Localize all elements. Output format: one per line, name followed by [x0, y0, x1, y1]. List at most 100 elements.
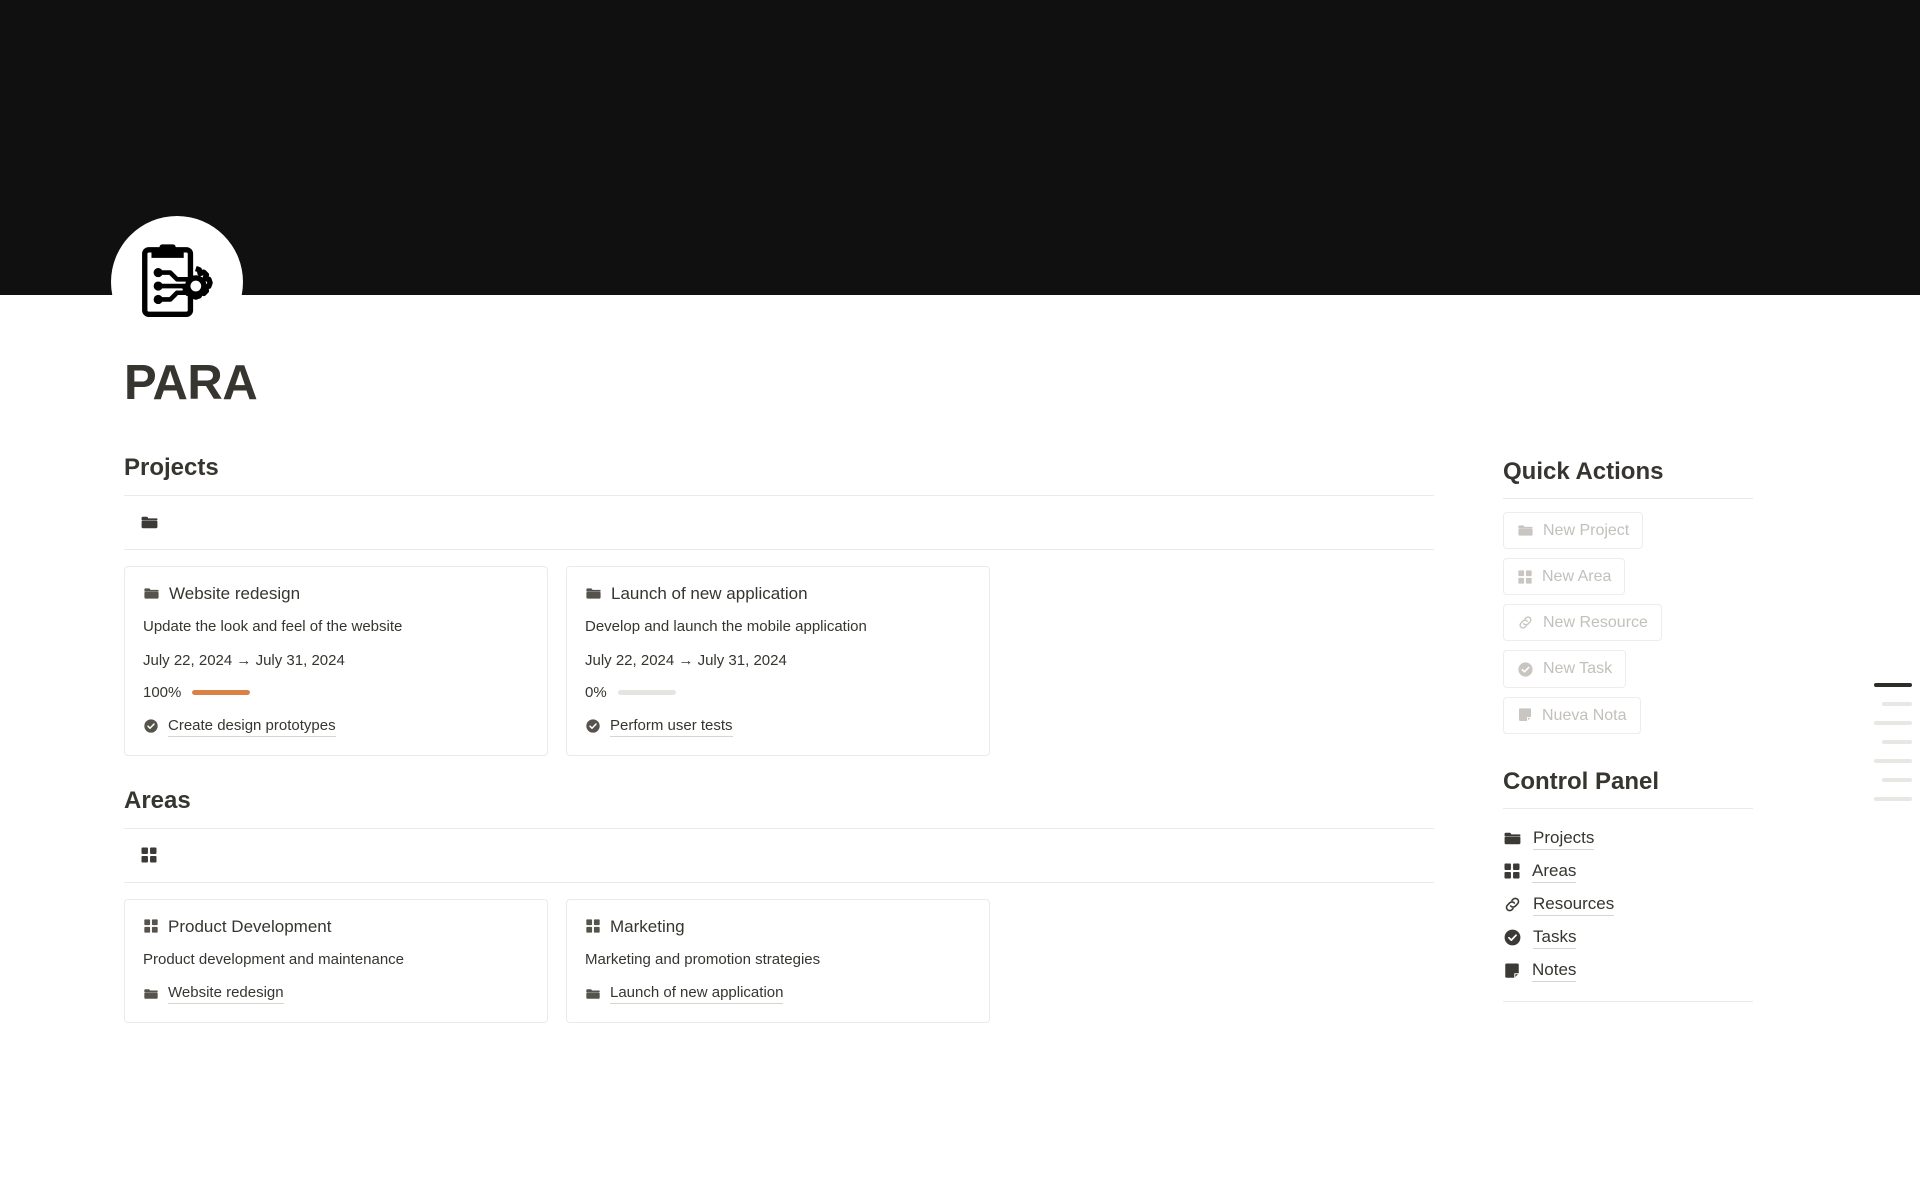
database-icon-row-projects [124, 496, 1439, 549]
new-project-label: New Project [1543, 521, 1630, 539]
project-card-dates: July 22, 2024 → July 31, 2024 [585, 651, 971, 671]
toc-bar[interactable] [1882, 778, 1912, 782]
project-card-description: Update the look and feel of the website [143, 618, 403, 636]
folder-icon [1517, 522, 1534, 539]
toc-bar[interactable] [1874, 759, 1912, 763]
date-arrow-icon: → [236, 651, 252, 669]
divider [1503, 497, 1753, 499]
section-heading-projects[interactable]: Projects [124, 453, 1439, 495]
database-icon-row-areas [124, 829, 1439, 882]
control-panel-label-resources: Resources [1533, 893, 1615, 917]
area-card-relation[interactable]: Launch of new application [585, 983, 971, 1004]
quick-action-row: New Project [1503, 511, 1813, 558]
grid-icon [140, 846, 158, 864]
control-panel-item-projects[interactable]: Projects [1503, 822, 1813, 855]
grid-icon [1517, 569, 1533, 585]
project-card[interactable]: Launch of new application Develop and la… [566, 565, 990, 756]
project-card-grid: Website redesign Update the look and fee… [124, 550, 1439, 756]
section-projects: Projects Website redesign Update the loo… [124, 453, 1439, 756]
quick-action-row: New Area [1503, 558, 1813, 604]
control-panel-item-resources[interactable]: Resources [1503, 888, 1813, 921]
project-card-relation-label: Perform user tests [610, 716, 733, 737]
control-panel-item-notes[interactable]: Notes [1503, 954, 1813, 987]
divider [1503, 1001, 1753, 1003]
page-body: PARA Projects Website redesign Update th… [0, 295, 1920, 1031]
project-card-relation-label: Create design prototypes [168, 716, 336, 737]
area-card-description: Marketing and promotion strategies [585, 950, 821, 968]
area-card-description: Product development and maintenance [143, 950, 405, 968]
area-card-relation[interactable]: Website redesign [143, 983, 529, 1004]
banner-gradient [0, 0, 1920, 295]
link-icon [1503, 895, 1522, 914]
grid-icon [1503, 862, 1521, 880]
new-project-button[interactable]: New Project [1503, 511, 1644, 550]
new-task-button[interactable]: New Task [1503, 650, 1627, 688]
toc-bar[interactable] [1882, 702, 1912, 706]
control-panel-label-tasks: Tasks [1533, 926, 1577, 950]
area-card-title-row: Marketing [585, 916, 971, 937]
project-card-progress: 100% [143, 684, 529, 701]
project-card-title-row: Website redesign [143, 583, 529, 604]
date-start: July 22, 2024 [143, 651, 233, 669]
main-content: Projects Website redesign Update the loo… [124, 453, 1439, 1031]
section-heading-areas[interactable]: Areas [124, 786, 1439, 828]
folder-icon [1503, 829, 1522, 848]
right-sidebar: Quick Actions New Project New Area New R… [1503, 453, 1813, 1003]
progress-bar [617, 690, 676, 696]
page-icon-avatar[interactable] [111, 216, 243, 348]
folder-icon [143, 585, 160, 602]
new-resource-button[interactable]: New Resource [1503, 604, 1662, 642]
new-resource-label: New Resource [1543, 614, 1648, 632]
progress-bar-fill [192, 690, 251, 696]
control-panel-label-notes: Notes [1532, 959, 1577, 983]
check-circle-icon [1517, 661, 1534, 678]
area-card[interactable]: Marketing Marketing and promotion strate… [566, 898, 990, 1023]
project-card-relation[interactable]: Perform user tests [585, 716, 971, 737]
project-card-progress: 0% [585, 684, 971, 701]
control-panel-item-areas[interactable]: Areas [1503, 855, 1813, 888]
quick-action-row: Nueva Nota [1503, 696, 1813, 743]
grid-icon [143, 918, 159, 934]
project-card-title: Launch of new application [611, 583, 808, 603]
area-card-grid: Product Development Product development … [124, 883, 1439, 1023]
area-card-relation-label: Launch of new application [610, 983, 784, 1004]
folder-icon [585, 986, 601, 1002]
folder-icon [143, 986, 159, 1002]
progress-bar [192, 690, 251, 696]
grid-icon [585, 918, 601, 934]
new-area-button[interactable]: New Area [1503, 558, 1626, 596]
page-cover-banner[interactable] [0, 0, 1920, 295]
control-panel-item-tasks[interactable]: Tasks [1503, 921, 1813, 954]
toc-bar[interactable] [1874, 797, 1912, 801]
project-card-relation[interactable]: Create design prototypes [143, 716, 529, 737]
sidebar-heading-control-panel[interactable]: Control Panel [1503, 767, 1813, 808]
page-title[interactable]: PARA [124, 356, 1814, 411]
new-area-label: New Area [1542, 568, 1612, 586]
sidebar-heading-quick-actions[interactable]: Quick Actions [1503, 457, 1813, 498]
toc-bar[interactable] [1874, 683, 1912, 687]
folder-icon [585, 585, 602, 602]
link-icon [1517, 614, 1534, 631]
nueva-nota-label: Nueva Nota [1542, 706, 1627, 724]
toc-bar[interactable] [1874, 721, 1912, 725]
folder-icon [140, 513, 159, 532]
control-panel-label-projects: Projects [1533, 827, 1595, 850]
clipboard-gear-icon [134, 239, 220, 325]
check-circle-icon [585, 718, 601, 734]
quick-action-row: New Task [1503, 650, 1813, 696]
divider [1503, 807, 1753, 809]
note-icon [1517, 707, 1533, 723]
nueva-nota-button[interactable]: Nueva Nota [1503, 696, 1641, 734]
progress-label: 100% [143, 684, 182, 702]
date-arrow-icon: → [678, 651, 694, 669]
date-start: July 22, 2024 [585, 651, 675, 669]
area-card-title-row: Product Development [143, 916, 529, 937]
project-card-title-row: Launch of new application [585, 583, 971, 604]
toc-bar[interactable] [1882, 740, 1912, 744]
table-of-contents-indicator[interactable] [1866, 683, 1912, 801]
project-card-title: Website redesign [169, 583, 301, 603]
area-card[interactable]: Product Development Product development … [124, 898, 548, 1023]
project-card[interactable]: Website redesign Update the look and fee… [124, 565, 548, 756]
area-card-title: Marketing [610, 916, 685, 936]
quick-action-row: New Resource [1503, 604, 1813, 650]
